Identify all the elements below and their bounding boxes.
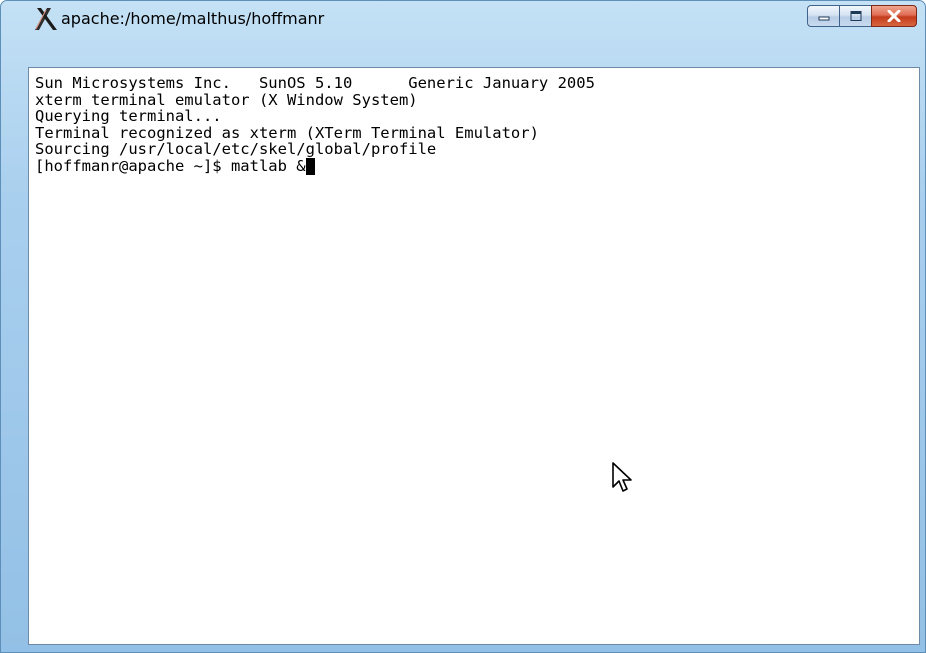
terminal-line: Querying terminal...: [35, 107, 222, 125]
terminal-area[interactable]: Sun Microsystems Inc. SunOS 5.10 Generic…: [28, 67, 920, 645]
minimize-icon: [818, 16, 829, 21]
shell-prompt: [hoffmanr@apache ~]$: [35, 156, 231, 175]
arrow-pointer-icon: [612, 462, 632, 492]
terminal-line: Sourcing /usr/local/etc/skel/global/prof…: [35, 140, 437, 158]
maximize-icon: [850, 11, 861, 21]
close-icon: [887, 10, 901, 22]
typed-command: matlab &: [230, 156, 306, 175]
x-window-system-icon: [35, 8, 57, 30]
terminal-line: Sun Microsystems Inc. SunOS 5.10 Generic…: [35, 74, 595, 92]
terminal-output: Sun Microsystems Inc. SunOS 5.10 Generic…: [35, 74, 595, 175]
prompt-line[interactable]: [hoffmanr@apache ~]$ matlab &: [35, 156, 595, 175]
terminal-line: xterm terminal emulator (X Window System…: [35, 90, 418, 109]
close-button[interactable]: [871, 5, 917, 27]
window-title: apache:/home/malthus/hoffmanr: [61, 9, 325, 28]
maximize-button[interactable]: [839, 5, 871, 27]
terminal-line: Terminal recognized as xterm (XTerm Term…: [35, 123, 539, 142]
title-bar[interactable]: apache:/home/malthus/hoffmanr: [1, 1, 925, 35]
window-controls: [807, 5, 917, 29]
text-cursor: [305, 157, 315, 175]
minimize-button[interactable]: [807, 5, 839, 27]
terminal-window: apache:/home/malthus/hoffmanr Sun Micros…: [0, 0, 926, 653]
